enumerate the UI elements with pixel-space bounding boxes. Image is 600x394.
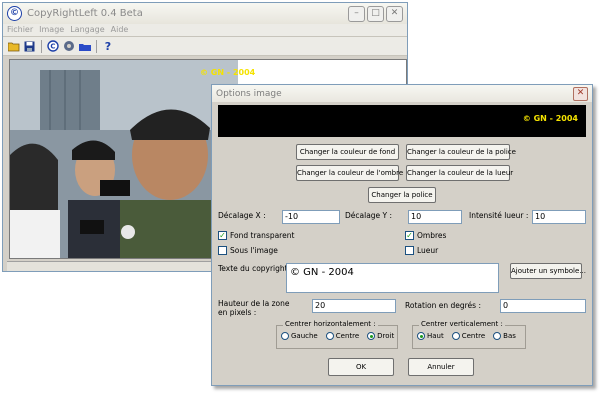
copyright-icon[interactable]: C xyxy=(46,40,59,53)
checkbox-box: ✓ xyxy=(218,231,227,240)
offset-x-label: Décalage X : xyxy=(218,211,266,220)
folder-batch-icon[interactable] xyxy=(78,40,91,53)
close-button[interactable]: ✕ xyxy=(386,5,403,22)
checkbox-box: ✓ xyxy=(405,231,414,240)
radio-dot xyxy=(451,332,460,340)
shadow-color-button[interactable]: Changer la couleur de l'ombre xyxy=(296,165,403,181)
v-bottom-radio[interactable]: Bas xyxy=(493,332,516,340)
cancel-button[interactable]: Annuler xyxy=(408,358,474,376)
v-top-radio[interactable]: Haut xyxy=(417,332,444,340)
glow-intensity-label: Intensité lueur : xyxy=(469,211,529,220)
minimize-button[interactable]: – xyxy=(348,5,365,22)
transparent-bg-label: Fond transparent xyxy=(230,231,295,240)
vertical-center-title: Centrer verticalement : xyxy=(419,320,505,328)
copyright-text-label: Texte du copyright : xyxy=(218,264,293,273)
horizontal-center-title: Centrer horizontalement : xyxy=(283,320,378,328)
glow-label: Lueur xyxy=(417,246,439,255)
help-icon[interactable]: ? xyxy=(101,40,114,53)
ok-button[interactable]: OK xyxy=(328,358,394,376)
glow-color-button[interactable]: Changer la couleur de la lueur xyxy=(406,165,513,181)
window-title: CopyRightLeft 0.4 Beta xyxy=(27,8,143,19)
menu-aide[interactable]: Aide xyxy=(111,24,129,36)
font-button[interactable]: Changer la police xyxy=(368,187,436,203)
radio-dot xyxy=(493,332,502,340)
glow-checkbox[interactable]: Lueur xyxy=(405,246,438,255)
zone-height-field[interactable]: 20 xyxy=(312,299,396,313)
add-symbol-button[interactable]: Ajouter un symbole... xyxy=(510,263,586,279)
glow-intensity-field[interactable]: 10 xyxy=(532,210,586,224)
horizontal-center-group: Centrer horizontalement : Gauche Centre … xyxy=(276,320,398,349)
checkbox-box xyxy=(405,246,414,255)
rotation-field[interactable]: 0 xyxy=(500,299,586,313)
radio-dot-selected xyxy=(367,332,376,340)
h-left-label: Gauche xyxy=(291,332,318,340)
offset-y-label: Décalage Y : xyxy=(345,211,393,220)
menubar: Fichier Image Langage Aide xyxy=(3,24,407,37)
radio-dot xyxy=(325,332,334,340)
h-right-radio[interactable]: Droit xyxy=(367,332,394,340)
copyright-text-area[interactable]: © GN - 2004 xyxy=(286,263,499,293)
checkbox-box xyxy=(218,246,227,255)
image-options-icon[interactable] xyxy=(62,40,75,53)
v-center-label: Centre xyxy=(461,332,486,340)
dialog-titlebar[interactable]: Options image ✕ xyxy=(212,85,592,102)
v-bottom-label: Bas xyxy=(503,332,516,340)
preview-text: © GN - 2004 xyxy=(522,114,578,123)
offset-y-field[interactable]: 10 xyxy=(408,210,462,224)
open-folder-icon[interactable] xyxy=(7,40,20,53)
h-center-label: Centre xyxy=(335,332,360,340)
maximize-button[interactable]: □ xyxy=(367,5,384,22)
copyright-preview: © GN - 2004 xyxy=(218,105,586,137)
radio-dot-selected xyxy=(417,332,425,340)
menu-langage[interactable]: Langage xyxy=(70,24,104,36)
save-disk-icon[interactable] xyxy=(23,40,36,53)
radio-dot xyxy=(281,332,289,340)
toolbar-separator xyxy=(96,39,97,53)
v-center-radio[interactable]: Centre xyxy=(451,332,486,340)
menu-fichier[interactable]: Fichier xyxy=(7,24,33,36)
h-right-label: Droit xyxy=(377,332,395,340)
vertical-center-group: Centrer verticalement : Haut Centre Bas xyxy=(412,320,526,349)
dialog-close-button[interactable]: ✕ xyxy=(573,86,588,101)
toolbar-separator xyxy=(41,39,42,53)
v-top-label: Haut xyxy=(427,332,444,340)
main-titlebar[interactable]: © CopyRightLeft 0.4 Beta – □ ✕ xyxy=(3,3,407,24)
font-color-button[interactable]: Changer la couleur de la police xyxy=(406,144,516,160)
bg-color-button[interactable]: Changer la couleur de fond xyxy=(296,144,399,160)
under-image-label: Sous l'image xyxy=(230,246,278,255)
shadows-checkbox[interactable]: ✓ Ombres xyxy=(405,231,446,240)
app-copyright-icon: © xyxy=(7,6,22,21)
h-center-radio[interactable]: Centre xyxy=(325,332,360,340)
toolbar: C ? xyxy=(3,37,407,56)
transparent-bg-checkbox[interactable]: ✓ Fond transparent xyxy=(218,231,294,240)
photo-copyright-caption: © GN - 2004 xyxy=(200,68,256,77)
h-left-radio[interactable]: Gauche xyxy=(281,332,318,340)
options-dialog: Options image ✕ © GN - 2004 Changer la c… xyxy=(211,84,593,386)
svg-text:C: C xyxy=(50,43,55,51)
offset-x-field[interactable]: -10 xyxy=(282,210,340,224)
dialog-title: Options image xyxy=(216,88,282,99)
svg-text:?: ? xyxy=(104,40,110,52)
zone-height-label: Hauteur de la zone en pixels : xyxy=(218,299,290,317)
press-photo xyxy=(10,60,238,258)
shadows-label: Ombres xyxy=(417,231,447,240)
menu-image[interactable]: Image xyxy=(39,24,64,36)
rotation-label: Rotation en degrés : xyxy=(405,301,481,310)
under-image-checkbox[interactable]: Sous l'image xyxy=(218,246,278,255)
